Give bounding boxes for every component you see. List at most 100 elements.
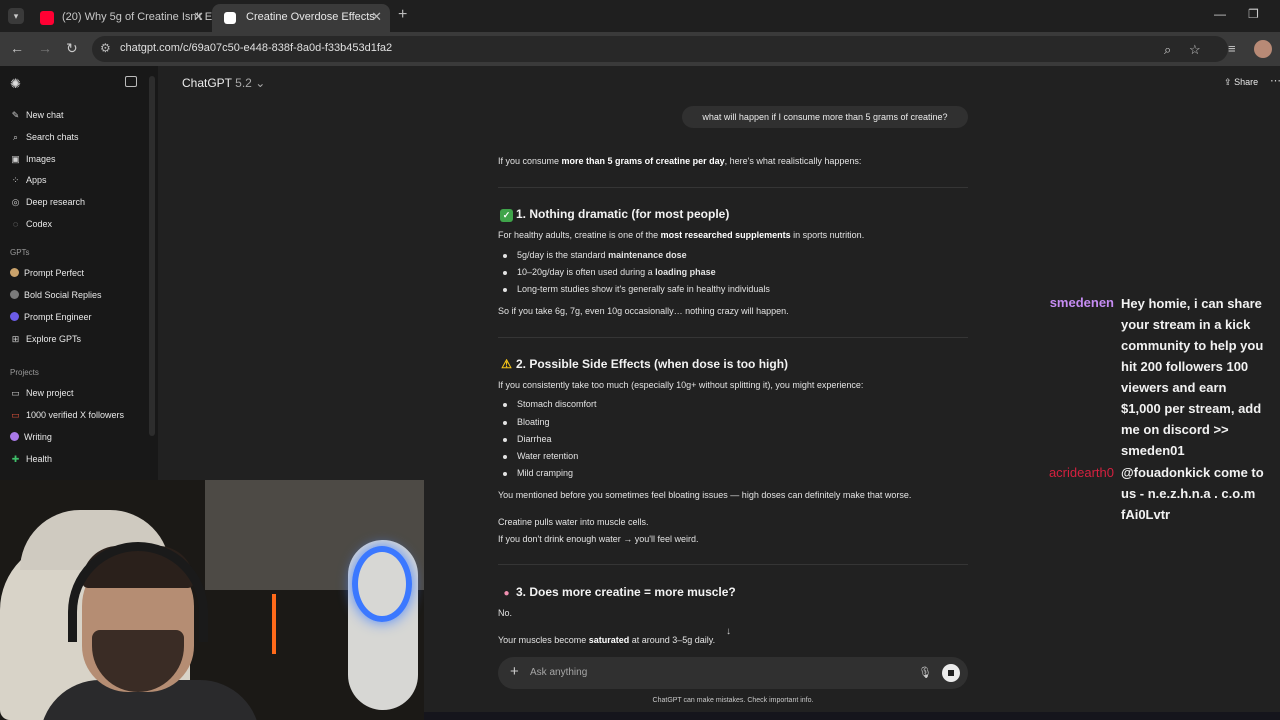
section-heading-3: ● 3. Does more creatine = more muscle? — [498, 585, 735, 600]
tab-search-icon[interactable]: ▾ — [8, 8, 24, 24]
sidebar-item-prompt-perfect[interactable]: Prompt Perfect — [10, 265, 84, 281]
assistant-intro: If you consume more than 5 grams of crea… — [498, 156, 862, 166]
sidebar-item-codex[interactable]: ◌ Codex — [10, 216, 52, 232]
section1-paragraph: For healthy adults, creatine is one of t… — [498, 230, 865, 240]
gpt-avatar-icon — [10, 268, 19, 277]
sidebar-item-new-project[interactable]: ▭ New project — [10, 385, 73, 401]
message-input[interactable]: Ask anything — [530, 667, 587, 678]
sidebar-item-explore-gpts[interactable]: ⊞ Explore GPTs — [10, 331, 81, 347]
webcam-overlay — [0, 480, 424, 720]
list-item: Mild cramping — [502, 468, 574, 478]
section2-note: If you don't drink enough water → you'll… — [498, 534, 699, 544]
disclaimer: ChatGPT can make mistakes. Check importa… — [652, 697, 814, 704]
openai-logo-icon[interactable]: ✺ — [10, 76, 21, 92]
sidebar-item-search-chats[interactable]: ⌕ Search chats — [10, 129, 79, 145]
youtube-icon — [40, 11, 54, 25]
share-button[interactable]: ⇪ Share — [1224, 77, 1258, 88]
section1-closing: So if you take 6g, 7g, even 10g occasion… — [498, 306, 789, 316]
sidebar-toggle-icon[interactable] — [125, 76, 137, 87]
list-item: Bloating — [503, 417, 550, 427]
gpt-avatar-icon — [10, 312, 19, 321]
chevron-down-icon: ⌄ — [255, 76, 266, 90]
site-info-icon[interactable]: ⚙ — [100, 41, 111, 55]
sidebar-item-prompt-engineer[interactable]: Prompt Engineer — [10, 309, 92, 325]
chat-message: Hey homie, i can share your stream in a … — [1121, 296, 1264, 458]
chat-username: acridearth0 — [1048, 465, 1114, 480]
research-icon: ◎ — [11, 197, 20, 207]
list-item: Diarrhea — [503, 434, 552, 444]
avatar[interactable] — [1254, 40, 1272, 58]
sidebar-item-writing[interactable]: Writing — [10, 429, 52, 445]
list-item: Long-term studies show it's generally sa… — [503, 284, 770, 294]
plus-icon[interactable]: + — [510, 663, 519, 680]
edit-icon: ✎ — [11, 110, 20, 120]
sidebar-item-images[interactable]: ▣ Images — [10, 151, 55, 167]
browser-tab-youtube[interactable]: (20) Why 5g of Creatine Isn't Er ✕ — [28, 4, 212, 32]
section3-answer: No. — [498, 608, 513, 618]
stop-button[interactable] — [942, 664, 960, 682]
section-heading-2: ⚠ 2. Possible Side Effects (when dose is … — [501, 357, 789, 371]
section-heading-1: ✓ 1. Nothing dramatic (for most people) — [498, 207, 729, 222]
sidebar-section-projects: Projects — [10, 368, 39, 377]
health-icon: ✚ — [11, 454, 20, 464]
minimize-icon[interactable]: — — [1214, 7, 1226, 21]
forward-icon[interactable]: → — [38, 40, 52, 56]
divider — [498, 337, 968, 338]
folder-icon — [10, 432, 19, 441]
restore-icon[interactable]: ❐ — [1248, 7, 1259, 21]
share-icon: ⇪ — [1224, 77, 1232, 87]
close-tab-icon[interactable]: ✕ — [371, 9, 382, 25]
apps-icon: ⁘ — [11, 175, 20, 185]
sidebar-item-verified-followers[interactable]: ▭ 1000 verified X followers — [10, 407, 124, 423]
composer: + Ask anything 🎙 — [498, 657, 968, 689]
new-tab-icon[interactable]: + — [398, 6, 407, 24]
reload-icon[interactable]: ↻ — [66, 40, 78, 57]
list-item: Water retention — [502, 451, 579, 461]
address-bar[interactable]: ⚙ chatgpt.com/c/69a07c50-e448-838f-8a0d-… — [92, 36, 1228, 62]
tab-title: (20) Why 5g of Creatine Isn't Er — [62, 11, 212, 23]
brain-icon: ● — [503, 588, 510, 599]
bookmark-star-icon[interactable]: ☆ — [1189, 42, 1201, 58]
media-control-icon[interactable]: ≡ — [1228, 41, 1236, 56]
list-item: 5g/day is the standard maintenance dose — [503, 250, 687, 260]
sidebar-item-apps[interactable]: ⁘ Apps — [10, 172, 47, 188]
divider — [498, 187, 968, 188]
section2-intro: If you consistently take too much (espec… — [498, 380, 864, 390]
tab-title: Creatine Overdose Effects — [246, 11, 375, 23]
browser-tab-chatgpt[interactable]: Creatine Overdose Effects ✕ — [212, 4, 390, 32]
codex-icon: ◌ — [12, 219, 19, 229]
explore-grid-icon: ⊞ — [11, 334, 20, 344]
list-item: 10–20g/day is often used during a loadin… — [503, 267, 716, 277]
sidebar-scrollbar[interactable] — [149, 76, 155, 436]
gpt-avatar-icon — [10, 290, 19, 299]
section2-note: Creatine pulls water into muscle cells. — [498, 517, 649, 527]
chat-message: @fouadonkick come to us - n.e.z.h.n.a . … — [1121, 465, 1264, 522]
check-mark-icon: ✓ — [500, 209, 513, 222]
warning-icon: ⚠ — [501, 357, 512, 371]
browser-toolbar: ← → ↻ ⚙ chatgpt.com/c/69a07c50-e448-838f… — [0, 32, 1280, 66]
divider — [498, 564, 968, 565]
url-text: chatgpt.com/c/69a07c50-e448-838f-8a0d-f3… — [120, 42, 393, 54]
scroll-down-arrow-icon[interactable]: ↓ — [726, 626, 731, 637]
list-item: Stomach discomfort — [503, 399, 597, 409]
back-icon[interactable]: ← — [10, 40, 24, 56]
image-icon: ▣ — [11, 154, 20, 164]
search-icon: ⌕ — [12, 132, 19, 142]
close-tab-icon[interactable]: ✕ — [193, 9, 204, 25]
chatgpt-icon — [224, 12, 236, 24]
sidebar-item-health[interactable]: ✚ Health — [10, 451, 52, 467]
sidebar-section-gpts: GPTs — [10, 248, 30, 257]
chat-username: smedenen — [1049, 295, 1114, 310]
sidebar-item-bold-social-replies[interactable]: Bold Social Replies — [10, 287, 102, 303]
new-folder-icon: ▭ — [11, 388, 20, 398]
section3-paragraph: Your muscles become saturated at around … — [498, 635, 716, 645]
taskbar — [424, 712, 1280, 720]
zoom-icon[interactable]: ⌕ — [1164, 42, 1171, 58]
microphone-icon[interactable]: 🎙 — [918, 666, 932, 679]
model-selector[interactable]: ChatGPT 5.2 ⌄ — [182, 76, 265, 90]
browser-tabbar: ▾ (20) Why 5g of Creatine Isn't Er ✕ Cre… — [0, 0, 1280, 32]
sidebar-item-new-chat[interactable]: ✎ New chat — [10, 107, 64, 123]
section2-note: You mentioned before you sometimes feel … — [498, 490, 912, 500]
sidebar-item-deep-research[interactable]: ◎ Deep research — [10, 194, 85, 210]
more-options-icon[interactable]: ⋯ — [1270, 74, 1280, 87]
